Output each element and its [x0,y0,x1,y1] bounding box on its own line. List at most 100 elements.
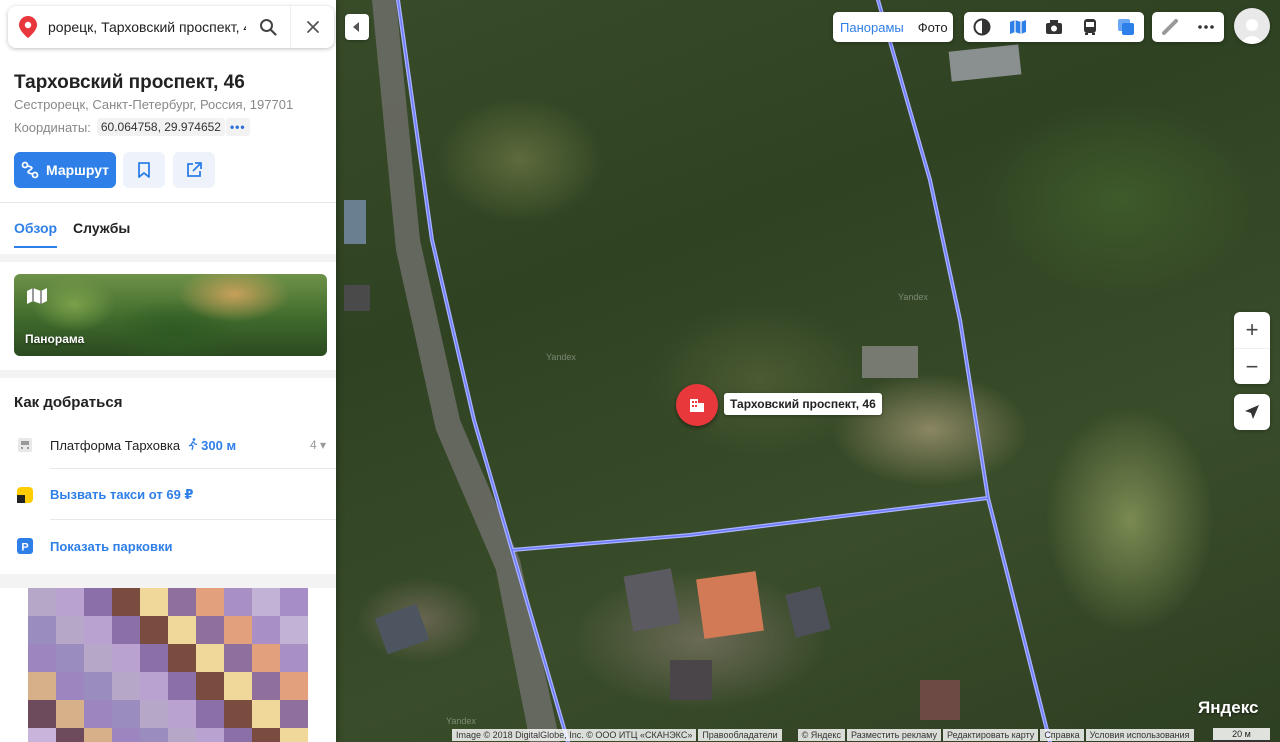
edit-map-link[interactable]: Редактировать карту [942,729,1039,741]
bus-icon [1084,19,1096,35]
panorama-icon [27,288,47,304]
map-watermark: Yandex [898,292,928,302]
house-roof [696,571,764,639]
mosaic-cell [84,728,112,742]
layers-icon [1118,19,1134,35]
mosaic-cell [56,728,84,742]
mosaic-cell [196,588,224,616]
mosaic-cell [28,588,56,616]
terms-link[interactable]: Условия использования [1085,729,1194,741]
mosaic-cell [112,616,140,644]
divider [0,202,336,203]
layers-button[interactable] [1108,12,1144,42]
how-to-get-title: Как добраться [14,394,123,411]
place-title: Тарховский проспект, 46 [14,72,245,93]
mosaic-cell [112,672,140,700]
panoramas-button[interactable]: Панорамы [833,20,911,35]
section-divider [0,254,336,262]
photo-layer-button[interactable] [1036,12,1072,42]
share-button[interactable] [173,152,215,188]
camera-icon [1046,20,1062,34]
marker-label[interactable]: Тарховский проспект, 46 [724,393,882,415]
taxi-link[interactable]: Вызвать такси от 69 ₽ [50,487,193,503]
mosaic-cell [28,728,56,742]
more-icon [1198,25,1214,29]
ruler-button[interactable] [1152,12,1188,42]
geolocation-button[interactable] [1234,394,1270,430]
place-address: Сестрорецк, Санкт-Петербург, Россия, 197… [14,97,294,112]
place-marker[interactable] [676,384,718,426]
coordinates-row: Координаты: 60.064758, 29.974652 ••• [14,118,250,136]
help-link[interactable]: Справка [1040,729,1084,741]
mosaic-cell [56,616,84,644]
traffic-icon [973,18,991,36]
pixelated-ad-image[interactable] [28,588,308,742]
transport-layer-button[interactable] [1072,12,1108,42]
tab-services[interactable]: Службы [73,220,130,236]
photo-button[interactable]: Фото [911,20,955,35]
search-input[interactable]: рорецк, Тарховский проспект, 46 [48,19,246,35]
map-scale: 20 м [1213,728,1270,742]
tab-overview[interactable]: Обзор [14,220,58,248]
mosaic-cell [196,728,224,742]
station-count: 4 ▾ [309,438,326,452]
train-icon [14,434,36,456]
parking-link[interactable]: Показать парковки [50,539,172,554]
collapse-panel-button[interactable] [345,14,369,40]
clear-search-button[interactable] [290,6,334,48]
search-button[interactable] [246,6,290,48]
traffic-button[interactable] [964,12,1000,42]
mosaic-cell [252,616,280,644]
zoom-in-button[interactable]: + [1234,312,1270,348]
coordinates-more-button[interactable]: ••• [225,118,250,136]
close-icon [306,21,319,33]
search-box: рорецк, Тарховский проспект, 46 [8,6,334,48]
house-roof [623,568,681,632]
copyright-text: © Яндекс [797,729,845,741]
mosaic-cell [280,616,308,644]
panorama-photo-switch: Панорамы Фото [833,12,953,42]
mosaic-cell [252,588,280,616]
mosaic-cell [140,700,168,728]
building-icon [690,399,704,412]
bookmark-button[interactable] [123,152,165,188]
mosaic-cell [140,644,168,672]
more-button[interactable] [1188,12,1224,42]
section-divider [0,574,336,588]
tools-controls [1152,12,1224,42]
mosaic-cell [84,588,112,616]
mosaic-cell [280,728,308,742]
mosaic-cell [252,644,280,672]
taxi-row[interactable]: Вызвать такси от 69 ₽ [14,484,326,506]
coordinates-value[interactable]: 60.064758, 29.974652 [96,118,225,136]
imagery-credit: Image © 2018 DigitalGlobe, Inc. © ООО ИТ… [452,729,697,741]
mosaic-cell [280,644,308,672]
mosaic-cell [252,728,280,742]
zoom-out-button[interactable]: − [1234,348,1270,384]
station-row[interactable]: Платформа Тарховка 300 м 4 ▾ [14,434,326,456]
section-divider [0,370,336,378]
panorama-card[interactable]: Панорама [14,274,327,356]
rights-link[interactable]: Правообладатели [698,729,782,741]
yandex-logo: Яндекс [1198,698,1259,717]
row-divider [50,468,336,469]
mosaic-cell [224,588,252,616]
mosaic-cell [196,616,224,644]
mosaic-cell [196,644,224,672]
panorama-label: Панорама [25,332,85,346]
map-footer: Image © 2018 DigitalGlobe, Inc. © ООО ИТ… [452,728,1196,742]
parking-icon: P [14,535,36,557]
mosaic-cell [140,672,168,700]
map-layer-controls [964,12,1144,42]
route-button-label: Маршрут [45,162,110,178]
user-avatar[interactable] [1234,8,1270,44]
locate-icon [1245,405,1259,419]
ads-link[interactable]: Разместить рекламу [846,729,941,741]
route-button[interactable]: Маршрут [14,152,116,188]
panorama-layer-button[interactable] [1000,12,1036,42]
walk-icon [188,437,198,453]
mosaic-cell [84,700,112,728]
mosaic-cell [168,672,196,700]
house-roof [920,680,960,720]
parking-row[interactable]: P Показать парковки [14,535,326,557]
